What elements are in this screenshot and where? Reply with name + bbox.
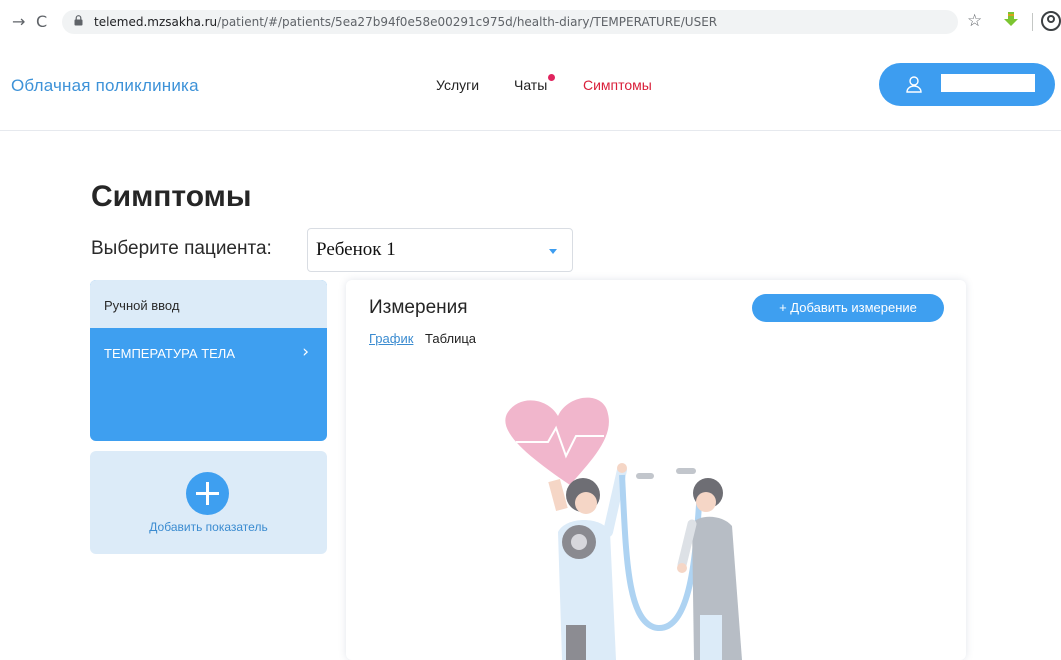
user-menu-button[interactable] xyxy=(879,63,1055,106)
browser-toolbar: → C telemed.mzsakha.ru/patient/#/patient… xyxy=(0,0,1061,44)
patient-label: Выберите пациента: xyxy=(91,238,272,259)
tab-table[interactable]: Таблица xyxy=(425,331,476,346)
add-indicator-button[interactable]: Добавить показатель xyxy=(90,451,327,554)
lock-icon xyxy=(74,15,83,26)
user-icon xyxy=(906,76,922,93)
profile-icon[interactable] xyxy=(1040,10,1061,32)
download-extension-icon[interactable] xyxy=(1004,12,1018,28)
add-measurement-button[interactable]: + Добавить измерение xyxy=(752,294,944,322)
tab-chart[interactable]: График xyxy=(369,331,413,346)
toolbar-divider xyxy=(1032,13,1033,31)
sidebar-item-temperature[interactable]: ТЕМПЕРАТУРА ТЕЛА › xyxy=(90,328,327,441)
chevron-right-icon: › xyxy=(302,342,309,362)
indicator-list: Ручной ввод ТЕМПЕРАТУРА ТЕЛА › xyxy=(90,280,327,441)
doctors-with-heart-illustration xyxy=(505,397,742,660)
patient-select[interactable]: Ребенок 1 xyxy=(307,228,573,272)
app-header: Облачная поликлиника Услуги Чаты Симптом… xyxy=(0,44,1061,131)
nav-chats-label: Чаты xyxy=(514,77,548,93)
brand-logo[interactable]: Облачная поликлиника xyxy=(11,76,199,96)
view-tabs: График Таблица xyxy=(369,331,476,346)
forward-icon[interactable]: → xyxy=(12,12,25,31)
chevron-down-icon xyxy=(549,249,557,254)
add-indicator-label: Добавить показатель xyxy=(149,520,268,534)
measurements-panel: Измерения + Добавить измерение График Та… xyxy=(346,280,966,660)
url-host: telemed.mzsakha.ru xyxy=(94,15,218,29)
page-title: Симптомы xyxy=(91,180,252,213)
plus-icon xyxy=(186,472,229,515)
url-path: /patient/#/patients/5ea27b94f0e58e00291c… xyxy=(217,15,718,29)
nav-chats[interactable]: Чаты xyxy=(514,74,556,93)
reload-icon[interactable]: C xyxy=(36,12,47,31)
nav-services[interactable]: Услуги xyxy=(436,77,479,93)
patient-selected-value: Ребенок 1 xyxy=(316,239,396,260)
nav-symptoms[interactable]: Симптомы xyxy=(583,77,652,93)
unread-dot xyxy=(548,74,556,81)
address-bar[interactable]: telemed.mzsakha.ru/patient/#/patients/5e… xyxy=(62,10,958,34)
sidebar-item-label: ТЕМПЕРАТУРА ТЕЛА xyxy=(104,346,236,361)
url-text: telemed.mzsakha.ru/patient/#/patients/5e… xyxy=(94,15,717,29)
user-name-redacted xyxy=(941,74,1035,92)
star-icon[interactable]: ☆ xyxy=(967,11,982,31)
manual-input-header: Ручной ввод xyxy=(90,280,327,328)
panel-title: Измерения xyxy=(369,297,468,318)
